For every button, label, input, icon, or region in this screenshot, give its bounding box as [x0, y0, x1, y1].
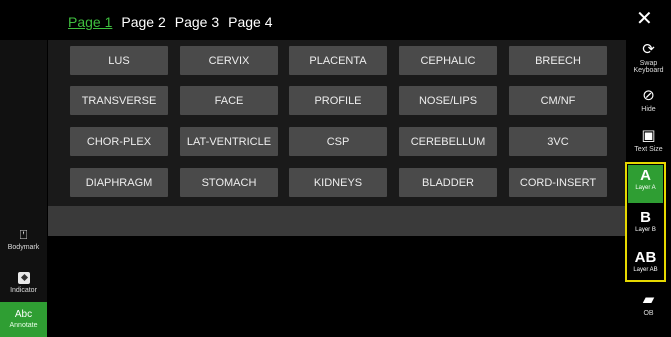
- layer-ab-label: Layer AB: [633, 267, 658, 273]
- hide-eye-icon: ⊘: [642, 87, 655, 104]
- layer-ab-letter: AB: [634, 249, 657, 266]
- layer-b-label: Layer B: [635, 227, 656, 233]
- annotation-button[interactable]: CSP: [289, 127, 387, 156]
- annotation-button[interactable]: 3VC: [509, 127, 607, 156]
- tab-page-2[interactable]: Page 2: [121, 14, 165, 36]
- indicator-icon: [17, 272, 30, 284]
- annotate-button[interactable]: Abc Annotate: [0, 302, 47, 337]
- annotation-button[interactable]: NOSE/LIPS: [399, 86, 497, 115]
- hide-button[interactable]: ⊘ Hide: [626, 87, 671, 114]
- text-size-icon: ▣: [641, 127, 656, 144]
- annotate-label: Annotate: [9, 322, 38, 329]
- annotation-button[interactable]: CEPHALIC: [399, 46, 497, 75]
- text-size-label: Text Size: [634, 146, 663, 153]
- annotation-button[interactable]: LUS: [70, 46, 168, 75]
- annotation-button[interactable]: BLADDER: [399, 168, 497, 197]
- annotation-button[interactable]: BREECH: [509, 46, 607, 75]
- annotation-button[interactable]: FACE: [180, 86, 278, 115]
- layer-b-button[interactable]: B Layer B: [628, 207, 663, 233]
- tab-page-1[interactable]: Page 1: [68, 14, 112, 36]
- layer-ab-button[interactable]: AB Layer AB: [628, 247, 663, 273]
- annotation-button[interactable]: STOMACH: [180, 168, 278, 197]
- tab-page-3[interactable]: Page 3: [175, 14, 219, 36]
- hide-label: Hide: [641, 106, 656, 113]
- ob-label: OB: [643, 310, 654, 317]
- indicator-label: Indicator: [10, 287, 37, 294]
- annotation-button[interactable]: TRANSVERSE: [70, 86, 168, 115]
- layer-a-button[interactable]: A Layer A: [628, 165, 663, 203]
- swap-keyboard-label: Swap Keyboard: [633, 60, 664, 74]
- layer-a-label: Layer A: [635, 185, 656, 191]
- close-button[interactable]: ✕: [636, 6, 653, 31]
- annotation-button[interactable]: CORD-INSERT: [509, 168, 607, 197]
- keyboard-collapse-bar: ⌨ ⌄: [48, 206, 642, 236]
- bodymark-icon: ⍞: [19, 227, 28, 242]
- bodymark-label: Bodymark: [7, 244, 40, 251]
- annotation-button[interactable]: PROFILE: [289, 86, 387, 115]
- bodymark-button[interactable]: ⍞ Bodymark: [0, 227, 47, 252]
- ob-button[interactable]: ▰ OB: [626, 291, 671, 318]
- text-size-button[interactable]: ▣ Text Size: [626, 127, 671, 154]
- folder-icon: ▰: [642, 291, 655, 308]
- annotation-button[interactable]: CHOR-PLEX: [70, 127, 168, 156]
- swap-keyboard-button[interactable]: ⟳ Swap Keyboard: [626, 41, 671, 75]
- page-tabs: Page 1 Page 2 Page 3 Page 4: [68, 14, 273, 36]
- layer-b-letter: B: [640, 209, 651, 226]
- annotate-icon-text: Abc: [14, 309, 33, 320]
- annotation-button[interactable]: PLACENTA: [289, 46, 387, 75]
- annotation-button[interactable]: KIDNEYS: [289, 168, 387, 197]
- annotation-button[interactable]: CEREBELLUM: [399, 127, 497, 156]
- annotation-button[interactable]: CM/NF: [509, 86, 607, 115]
- annotation-button[interactable]: DIAPHRAGM: [70, 168, 168, 197]
- swap-icon: ⟳: [642, 41, 655, 58]
- indicator-button[interactable]: Indicator: [0, 272, 47, 294]
- annotation-button[interactable]: LAT-VENTRICLE: [180, 127, 278, 156]
- annotation-button[interactable]: CERVIX: [180, 46, 278, 75]
- tab-page-4[interactable]: Page 4: [228, 14, 272, 36]
- layer-a-letter: A: [640, 167, 651, 184]
